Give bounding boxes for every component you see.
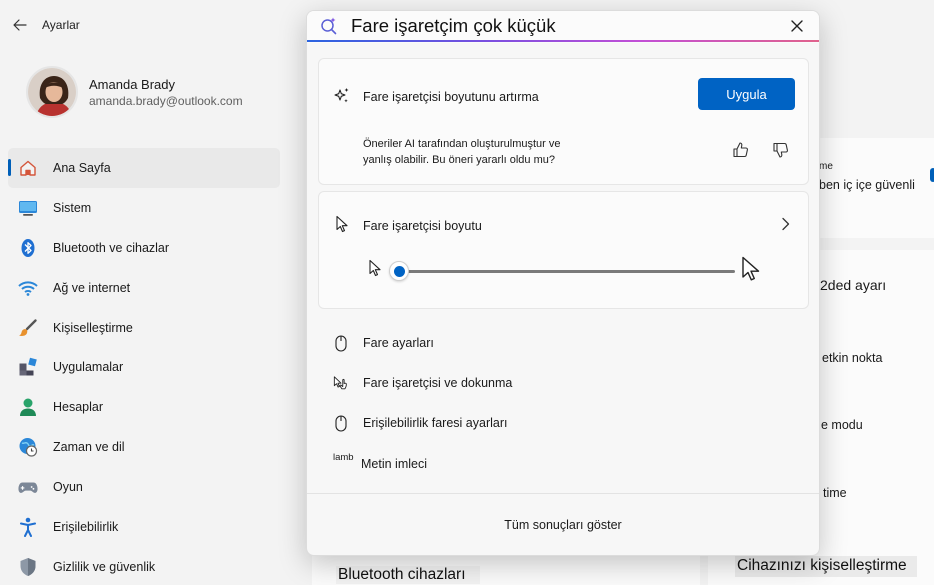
close-button[interactable] — [787, 16, 807, 36]
sparkle-icon — [334, 88, 349, 103]
sidebar-item-label: Zaman ve dil — [53, 440, 125, 455]
wifi-icon — [18, 278, 38, 298]
sidebar-item-label: Bluetooth ve cihazlar — [53, 240, 170, 255]
slider-thumb[interactable] — [389, 261, 409, 281]
sidebar-item-gaming[interactable]: Oyun — [8, 467, 280, 507]
result-item[interactable]: Fare işaretçisi ve dokunma — [307, 362, 819, 402]
home-icon — [18, 158, 38, 178]
result-item[interactable]: lamb Metin imleci — [307, 443, 819, 483]
person-icon — [18, 397, 38, 417]
result-label: Erişilebilirlik faresi ayarları — [363, 416, 508, 430]
small-pointer-icon — [369, 259, 381, 277]
result-label: Fare işaretçisi ve dokunma — [363, 376, 513, 390]
search-results-popup: Fare işaretçim çok küçük Fare işaretçisi… — [306, 10, 820, 556]
close-icon — [791, 20, 803, 32]
sidebar-item-label: Oyun — [53, 480, 83, 495]
result-item[interactable]: Fare ayarları — [307, 322, 819, 362]
mouse-icon — [333, 414, 349, 432]
search-box[interactable]: Fare işaretçim çok küçük — [307, 11, 819, 43]
sidebar-item-home[interactable]: Ana Sayfa — [8, 148, 280, 188]
back-button[interactable] — [10, 15, 30, 35]
avatar — [26, 66, 78, 118]
card-description: ben iç içe güvenli — [819, 178, 915, 192]
card-item-label[interactable]: 2ded ayarı — [820, 277, 886, 293]
mouse-pointer-icon — [336, 215, 348, 233]
show-all-label: Tüm sonuçları göster — [504, 518, 622, 532]
card-item-label[interactable]: time — [823, 486, 847, 500]
show-all-results-button[interactable]: Tüm sonuçları göster — [307, 494, 819, 555]
card-item-label[interactable]: etkin nokta — [822, 351, 882, 365]
profile-email: amanda.brady@outlook.com — [89, 93, 243, 108]
sidebar-item-apps[interactable]: Uygulamalar — [8, 347, 280, 387]
slider-track — [399, 270, 735, 273]
ai-disclaimer: Öneriler AI tarafından oluşturulmuştur v… — [363, 138, 561, 166]
text-cursor-icon: lamb — [333, 452, 354, 463]
toggle-indicator[interactable] — [930, 168, 934, 182]
sidebar-item-privacy[interactable]: Gizlilik ve güvenlik — [8, 547, 280, 585]
thumbs-up-icon[interactable] — [732, 141, 750, 159]
sidebar-item-label: Uygulamalar — [53, 360, 124, 375]
pointer-size-title[interactable]: Fare işaretçisi boyutu — [363, 219, 482, 233]
result-label: Fare ayarları — [363, 336, 434, 350]
user-profile[interactable]: Amanda Brady amanda.brady@outlook.com — [26, 66, 243, 118]
sidebar-item-time-language[interactable]: Zaman ve dil — [8, 427, 280, 467]
apps-icon — [18, 357, 38, 377]
sidebar-item-label: Ana Sayfa — [53, 160, 111, 175]
brush-icon — [18, 318, 38, 338]
app-title: Ayarlar — [42, 18, 80, 32]
sidebar-item-network[interactable]: Ağ ve internet — [8, 268, 280, 308]
search-input[interactable]: Fare işaretçim çok küçük — [351, 15, 556, 37]
bluetooth-icon — [18, 238, 38, 258]
arrow-left-icon — [13, 19, 27, 31]
sidebar-item-label: Kişiselleştirme — [53, 320, 133, 335]
sidebar-item-accessibility[interactable]: Erişilebilirlik — [8, 507, 280, 547]
sidebar-item-accounts[interactable]: Hesaplar — [8, 387, 280, 427]
gamepad-icon — [18, 477, 38, 497]
result-item[interactable]: Erişilebilirlik faresi ayarları — [307, 402, 819, 442]
thumbs-down-icon[interactable] — [772, 141, 790, 159]
sidebar-item-label: Sistem — [53, 200, 92, 215]
sidebar-item-label: Erişilebilirlik — [53, 519, 119, 534]
mouse-icon — [333, 334, 349, 352]
pointer-size-slider[interactable] — [389, 260, 735, 282]
sidebar-item-system[interactable]: Sistem — [8, 188, 280, 228]
monitor-icon — [18, 198, 38, 218]
pointer-touch-icon — [333, 374, 349, 392]
ai-suggestion-title: Fare işaretçisi boyutunu artırma — [363, 90, 539, 104]
accessibility-icon — [18, 517, 38, 537]
result-label: Metin imleci — [361, 457, 427, 471]
sidebar-item-label: Gizlilik ve güvenlik — [53, 559, 156, 574]
profile-name: Amanda Brady — [89, 76, 175, 92]
section-title: Bluetooth cihazları — [336, 566, 480, 584]
large-pointer-icon — [742, 256, 760, 281]
pointer-size-card: Fare işaretçisi boyutu — [318, 191, 809, 309]
sidebar-item-label: Ağ ve internet — [53, 280, 131, 295]
sidebar-nav: Ana Sayfa Sistem Bluetooth ve cihazlar A… — [8, 148, 280, 585]
sidebar-item-bluetooth[interactable]: Bluetooth ve cihazlar — [8, 228, 280, 268]
sidebar-item-label: Hesaplar — [53, 400, 104, 415]
sidebar-item-personalization[interactable]: Kişiselleştirme — [8, 308, 280, 348]
copilot-search-icon — [321, 17, 337, 35]
card-subtitle: me — [819, 161, 833, 172]
card-item-label[interactable]: e modu — [821, 418, 863, 432]
ai-suggestion-card: Fare işaretçisi boyutunu artırma Uygula … — [318, 58, 809, 185]
section-title: Cihazınızı kişiselleştirme — [735, 556, 917, 577]
search-underline — [307, 40, 819, 42]
globe-clock-icon — [18, 437, 38, 457]
apply-button[interactable]: Uygula — [698, 78, 795, 110]
shield-icon — [18, 557, 38, 577]
chevron-right-icon[interactable] — [777, 216, 793, 232]
